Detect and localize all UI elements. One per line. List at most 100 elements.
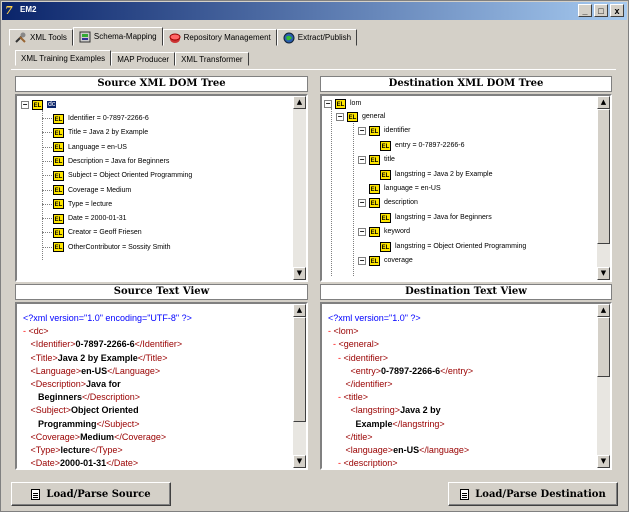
- element-icon: EL: [369, 255, 380, 266]
- tree-node-label: general: [362, 113, 386, 120]
- sub-tabs: XML Training Examples MAP Producer XML T…: [15, 50, 249, 66]
- document-icon: [31, 488, 41, 500]
- scroll-down-arrow-icon[interactable]: ▼: [293, 267, 306, 280]
- tree-node-8[interactable]: EL Creator = Geoff Friesen: [53, 226, 142, 239]
- scroll-down-arrow-icon[interactable]: ▼: [597, 455, 610, 468]
- dest-tree-view[interactable]: − EL lom − EL general − EL identifier EL entry …: [320, 94, 612, 282]
- source-text-view[interactable]: <?xml version="1.0" encoding="UTF-8" ?> …: [15, 302, 308, 470]
- element-icon: EL: [32, 99, 43, 110]
- tab-xml-transformer[interactable]: XML Transformer: [175, 52, 249, 66]
- tree-node-9[interactable]: EL OtherContributor = Sossity Smith: [53, 241, 171, 254]
- tree-node-entry[interactable]: EL entry = 0-7897-2266-6: [380, 139, 464, 152]
- dest-tree-header: Destination XML DOM Tree: [320, 76, 612, 92]
- tree-node-label: langstring = Object Oriented Programming: [395, 243, 527, 250]
- tree-node-label: identifier: [384, 127, 411, 134]
- language-value: en-US: [393, 445, 420, 456]
- tree-connector: [42, 246, 52, 248]
- schema-icon: [79, 31, 91, 43]
- tree-node-langstring[interactable]: EL langstring = Java for Beginners: [380, 211, 492, 224]
- tree-node-description[interactable]: − EL description: [358, 196, 418, 209]
- tab-map-producer[interactable]: MAP Producer: [111, 52, 176, 66]
- entry-value: 0-7897-2266-6: [381, 365, 441, 376]
- load-parse-destination-button[interactable]: Load/Parse Destination: [448, 482, 618, 506]
- tree-node-label: Creator = Geoff Friesen: [68, 229, 142, 237]
- collapse-icon[interactable]: −: [358, 256, 366, 265]
- tab-repository-management[interactable]: Repository Management: [162, 29, 277, 46]
- dest-text-view[interactable]: <?xml version="1.0" ?> - <lom> - <genera…: [320, 302, 612, 470]
- tree-node-language[interactable]: EL language = en-US: [369, 182, 441, 195]
- dest-tree: − EL lom − EL general − EL identifier EL entry …: [322, 96, 596, 280]
- collapse-icon[interactable]: −: [21, 100, 29, 109]
- scroll-up-arrow-icon[interactable]: ▲: [293, 304, 306, 317]
- tree-node-general[interactable]: − EL general: [336, 110, 385, 123]
- tab-xml-training-examples[interactable]: XML Training Examples: [15, 50, 112, 66]
- xml-declaration: <?xml version="1.0" encoding="UTF-8" ?>: [23, 313, 192, 323]
- scroll-thumb[interactable]: [293, 317, 306, 422]
- element-icon: EL: [53, 113, 64, 124]
- scroll-down-arrow-icon[interactable]: ▼: [597, 267, 610, 280]
- load-parse-source-button[interactable]: Load/Parse Source: [11, 482, 171, 506]
- scroll-up-arrow-icon[interactable]: ▲: [597, 304, 610, 317]
- scroll-up-arrow-icon[interactable]: ▲: [293, 96, 306, 109]
- vertical-scrollbar[interactable]: ▲ ▼: [597, 96, 610, 280]
- tree-node-1[interactable]: EL Title = Java 2 by Example: [53, 126, 148, 139]
- tree-node-label: Identifier = 0-7897-2266-6: [68, 115, 149, 122]
- collapse-icon[interactable]: −: [358, 126, 366, 135]
- tree-node-lom[interactable]: − EL lom: [324, 97, 361, 110]
- element-icon: EL: [380, 169, 391, 180]
- tree-node-3[interactable]: EL Description = Java for Beginners: [53, 155, 169, 168]
- tab-xml-tools[interactable]: XML Tools: [9, 29, 73, 46]
- tree-node-langstring[interactable]: EL langstring = Object Oriented Programmi…: [380, 240, 526, 253]
- tree-node-identifier[interactable]: − EL identifier: [358, 124, 410, 137]
- minimize-button[interactable]: _: [578, 4, 592, 17]
- tab-extract-publish[interactable]: Extract/Publish: [276, 29, 358, 46]
- tree-node-root[interactable]: − EL dc: [21, 98, 57, 111]
- collapse-icon[interactable]: −: [324, 99, 332, 108]
- tree-node-label: keyword: [384, 228, 411, 235]
- tree-node-label: Type = lecture: [68, 200, 113, 208]
- vertical-scrollbar[interactable]: ▲ ▼: [597, 304, 610, 468]
- collapse-icon[interactable]: −: [358, 198, 366, 207]
- document-icon: [460, 488, 470, 500]
- tree-node-2[interactable]: EL Language = en-US: [53, 141, 127, 154]
- tree-node-7[interactable]: EL Date = 2000-01-31: [53, 212, 127, 225]
- collapse-icon[interactable]: −: [358, 227, 366, 236]
- element-icon: EL: [369, 197, 380, 208]
- scroll-thumb[interactable]: [597, 109, 610, 244]
- identifier-value: 0-7897-2266-6: [75, 339, 135, 350]
- title-value: Java 2 by Example: [57, 352, 138, 363]
- tree-node-label: title: [384, 156, 395, 163]
- title-bar[interactable]: 7 EM2 _ □ x: [2, 2, 627, 20]
- vertical-scrollbar[interactable]: ▲ ▼: [293, 304, 306, 468]
- tab-label: XML Transformer: [181, 54, 243, 64]
- tree-node-5[interactable]: EL Coverage = Medium: [53, 184, 131, 197]
- tree-connector: [42, 232, 52, 234]
- tree-node-coverage[interactable]: − EL coverage: [358, 254, 413, 267]
- scroll-down-arrow-icon[interactable]: ▼: [293, 455, 306, 468]
- tab-schema-mapping[interactable]: Schema-Mapping: [72, 27, 163, 46]
- collapse-icon[interactable]: −: [336, 112, 344, 121]
- source-xml-text: <?xml version="1.0" encoding="UTF-8" ?> …: [23, 313, 192, 469]
- tree-connector: [42, 189, 52, 191]
- element-icon: EL: [347, 111, 358, 122]
- tree-node-keyword[interactable]: − EL keyword: [358, 225, 410, 238]
- date-value: 2000-01-31: [60, 458, 107, 469]
- tree-connector: [353, 121, 354, 276]
- collapse-icon[interactable]: −: [358, 155, 366, 164]
- vertical-scrollbar[interactable]: ▲ ▼: [293, 96, 306, 280]
- scroll-thumb[interactable]: [597, 317, 610, 377]
- source-tree-view[interactable]: − EL dc EL Identifier = 0-7897-2266-6 EL Ti…: [15, 94, 308, 282]
- tree-node-langstring[interactable]: EL langstring = Java 2 by Example: [380, 168, 492, 181]
- tree-node-0[interactable]: EL Identifier = 0-7897-2266-6: [53, 112, 149, 125]
- tree-node-4[interactable]: EL Subject = Object Oriented Programming: [53, 169, 192, 182]
- tree-node-6[interactable]: EL Type = lecture: [53, 198, 112, 211]
- scroll-up-arrow-icon[interactable]: ▲: [597, 96, 610, 109]
- tree-node-label: langstring = Java for Beginners: [395, 214, 492, 221]
- close-button[interactable]: x: [610, 4, 624, 17]
- title-value: Java 2 by: [400, 405, 441, 416]
- element-icon: EL: [53, 199, 64, 210]
- dest-tree-pane: Destination XML DOM Tree − EL lom − EL gener…: [320, 76, 612, 282]
- tree-node-title[interactable]: − EL title: [358, 153, 395, 166]
- restore-button[interactable]: □: [594, 4, 608, 17]
- language-value: en-US: [81, 365, 108, 376]
